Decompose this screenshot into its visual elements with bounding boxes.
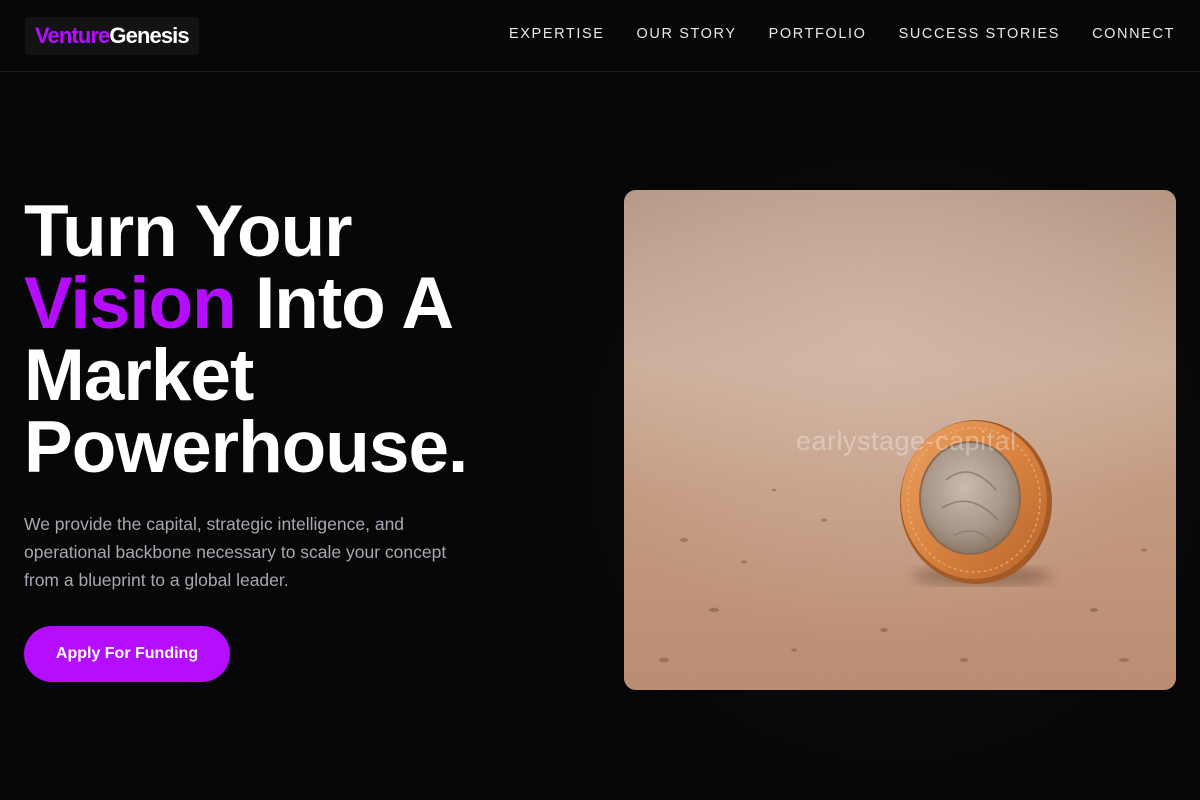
- headline-line-3: Market: [24, 335, 254, 416]
- headline-line-1: Turn Your: [24, 191, 353, 272]
- image-watermark: earlystage-capital: [796, 426, 1017, 456]
- top-navigation: Venture Genesis EXPERTISE OUR STORY PORTF…: [0, 0, 1200, 72]
- nav-links: EXPERTISE OUR STORY PORTFOLIO SUCCESS ST…: [509, 26, 1175, 42]
- headline-line-2-rest: Into A: [235, 263, 454, 344]
- brand-logo[interactable]: Venture Genesis: [25, 17, 199, 55]
- nav-link-expertise[interactable]: EXPERTISE: [509, 26, 605, 42]
- brand-logo-part-genesis: Genesis: [109, 23, 189, 48]
- brand-logo-part-venture: Venture: [35, 23, 110, 48]
- headline-accent-word: Vision: [24, 263, 237, 344]
- hero-headline: Turn Your Vision Into A Market Powerhous…: [24, 195, 584, 484]
- nav-link-portfolio[interactable]: PORTFOLIO: [769, 26, 867, 42]
- hero-subtext: We provide the capital, strategic intell…: [24, 514, 447, 590]
- nav-link-our-story[interactable]: OUR STORY: [637, 26, 737, 42]
- apply-for-funding-button[interactable]: Apply For Funding: [24, 626, 230, 682]
- nav-link-success-stories[interactable]: SUCCESS STORIES: [899, 26, 1061, 42]
- nav-link-connect[interactable]: CONNECT: [1092, 26, 1175, 42]
- headline-line-4: Powerhouse.: [24, 407, 468, 488]
- hero-image: earlystage-capital: [624, 190, 1176, 690]
